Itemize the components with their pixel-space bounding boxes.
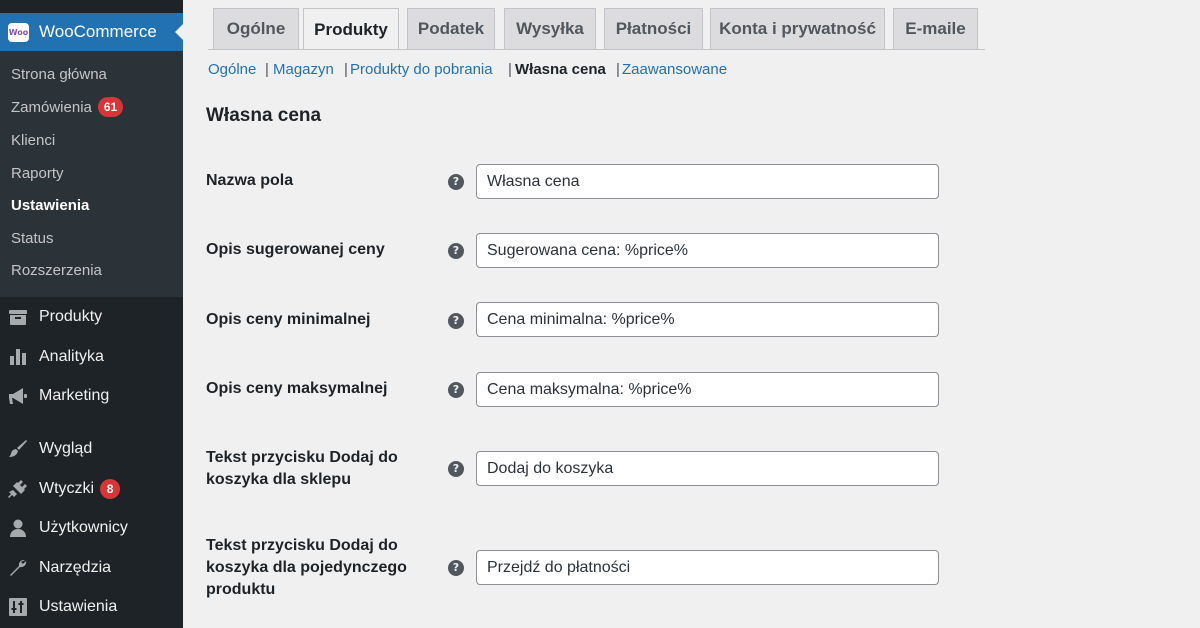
- field-label-name: Nazwa pola: [206, 172, 294, 189]
- wrench-icon: [7, 558, 29, 578]
- field-label-suggested-price: Opis sugerowanej ceny: [206, 241, 385, 258]
- submenu-item-label: Klienci: [11, 132, 56, 149]
- tab-products[interactable]: Produkty: [303, 8, 399, 50]
- sidebar-item-label: Wtyczki: [39, 480, 95, 497]
- help-icon[interactable]: ?: [448, 174, 464, 190]
- tab-accounts-privacy[interactable]: Konta i prywatność: [710, 8, 885, 49]
- orders-count-badge: 61: [97, 97, 124, 117]
- submenu-item-label: Ustawienia: [11, 197, 90, 214]
- field-label-max-price: Opis ceny maksymalnej: [206, 380, 388, 397]
- sidebar-item-woocommerce[interactable]: Woo WooCommerce: [0, 13, 183, 51]
- tabs-divider: [208, 49, 985, 50]
- sidebar-item-marketing[interactable]: Marketing: [0, 381, 183, 411]
- subnav-link-inventory[interactable]: Magazyn: [273, 61, 334, 78]
- megaphone-icon: [7, 386, 29, 406]
- submenu-item-label: Status: [11, 230, 54, 247]
- help-icon[interactable]: ?: [448, 382, 464, 398]
- settings-sliders-icon: [7, 597, 29, 617]
- submenu-item-label: Rozszerzenia: [11, 262, 102, 279]
- plugins-update-badge: 8: [100, 479, 121, 499]
- submenu-item-label: Strona główna: [11, 66, 107, 83]
- sidebar-item-products[interactable]: Produkty: [0, 302, 183, 332]
- submenu-item-home[interactable]: Strona główna: [11, 66, 107, 83]
- tab-payments[interactable]: Płatności: [604, 8, 703, 49]
- field-name-input[interactable]: [476, 164, 939, 199]
- help-icon[interactable]: ?: [448, 560, 464, 576]
- subnav-link-general[interactable]: Ogólne: [208, 61, 256, 78]
- sidebar-item-tools[interactable]: Narzędzia: [0, 553, 183, 583]
- submenu-item-label: Raporty: [11, 165, 64, 182]
- max-price-input[interactable]: [476, 372, 939, 407]
- submenu-item-settings[interactable]: Ustawienia: [11, 197, 89, 214]
- woocommerce-logo-icon: Woo: [8, 22, 29, 42]
- user-icon: [7, 518, 29, 538]
- sidebar-item-label: Narzędzia: [39, 559, 112, 576]
- subnav-link-custom-price: Własna cena: [515, 61, 606, 78]
- sidebar-item-appearance[interactable]: Wygląd: [0, 434, 183, 464]
- submenu-item-status[interactable]: Status: [11, 230, 54, 247]
- tab-emails[interactable]: E-maile: [893, 8, 978, 49]
- woocommerce-submenu: Strona główna Zamówienia 61 Klienci Rapo…: [0, 51, 183, 297]
- sidebar-item-label: Marketing: [39, 387, 110, 404]
- help-icon[interactable]: ?: [448, 243, 464, 259]
- archive-icon: [7, 307, 29, 327]
- submenu-item-extensions[interactable]: Rozszerzenia: [11, 262, 102, 279]
- suggested-price-input[interactable]: [476, 233, 939, 268]
- subnav-link-downloadable[interactable]: Produkty do pobrania: [350, 61, 493, 78]
- tab-general[interactable]: Ogólne: [213, 8, 299, 49]
- subnav-link-advanced[interactable]: Zaawansowane: [622, 61, 727, 78]
- submenu-item-label: Zamówienia: [11, 98, 92, 116]
- sidebar-item-users[interactable]: Użytkownicy: [0, 513, 183, 543]
- section-title: Własna cena: [206, 105, 322, 126]
- sidebar-item-label: WooCommerce: [39, 22, 157, 41]
- bar-chart-icon: [7, 347, 29, 367]
- help-icon[interactable]: ?: [448, 313, 464, 329]
- min-price-input[interactable]: [476, 302, 939, 337]
- sidebar-item-analytics[interactable]: Analityka: [0, 342, 183, 372]
- single-cart-button-input[interactable]: [476, 550, 939, 585]
- tab-shipping[interactable]: Wysyłka: [504, 8, 596, 49]
- sidebar-item-label: Produkty: [39, 308, 103, 325]
- sidebar-item-settings[interactable]: Ustawienia: [0, 592, 183, 622]
- subnav-separator: |: [265, 61, 269, 78]
- submenu-item-orders[interactable]: Zamówienia 61: [11, 97, 124, 117]
- subnav-separator: |: [344, 61, 348, 78]
- subnav-separator: |: [616, 61, 620, 78]
- paintbrush-icon: [7, 439, 29, 459]
- tab-tax[interactable]: Podatek: [407, 8, 495, 49]
- sidebar-item-label: Użytkownicy: [39, 519, 128, 536]
- plug-icon: [7, 479, 29, 499]
- field-label-single-cart-button: Tekst przycisku Dodaj do koszyka dla poj…: [206, 537, 407, 598]
- sidebar-item-label: Analityka: [39, 348, 104, 365]
- admin-sidebar: Woo WooCommerce Strona główna Zamówienia…: [0, 0, 183, 628]
- help-icon[interactable]: ?: [448, 461, 464, 477]
- field-label-shop-cart-button: Tekst przycisku Dodaj do koszyka dla skl…: [206, 449, 398, 488]
- sidebar-item-label: Ustawienia: [39, 598, 118, 615]
- subnav-separator: |: [508, 61, 512, 78]
- sidebar-item-plugins[interactable]: Wtyczki 8: [0, 474, 183, 504]
- sidebar-item-label: Wygląd: [39, 440, 93, 457]
- submenu-item-customers[interactable]: Klienci: [11, 132, 55, 149]
- submenu-item-reports[interactable]: Raporty: [11, 165, 64, 182]
- field-label-min-price: Opis ceny minimalnej: [206, 311, 371, 328]
- shop-cart-button-input[interactable]: [476, 451, 939, 486]
